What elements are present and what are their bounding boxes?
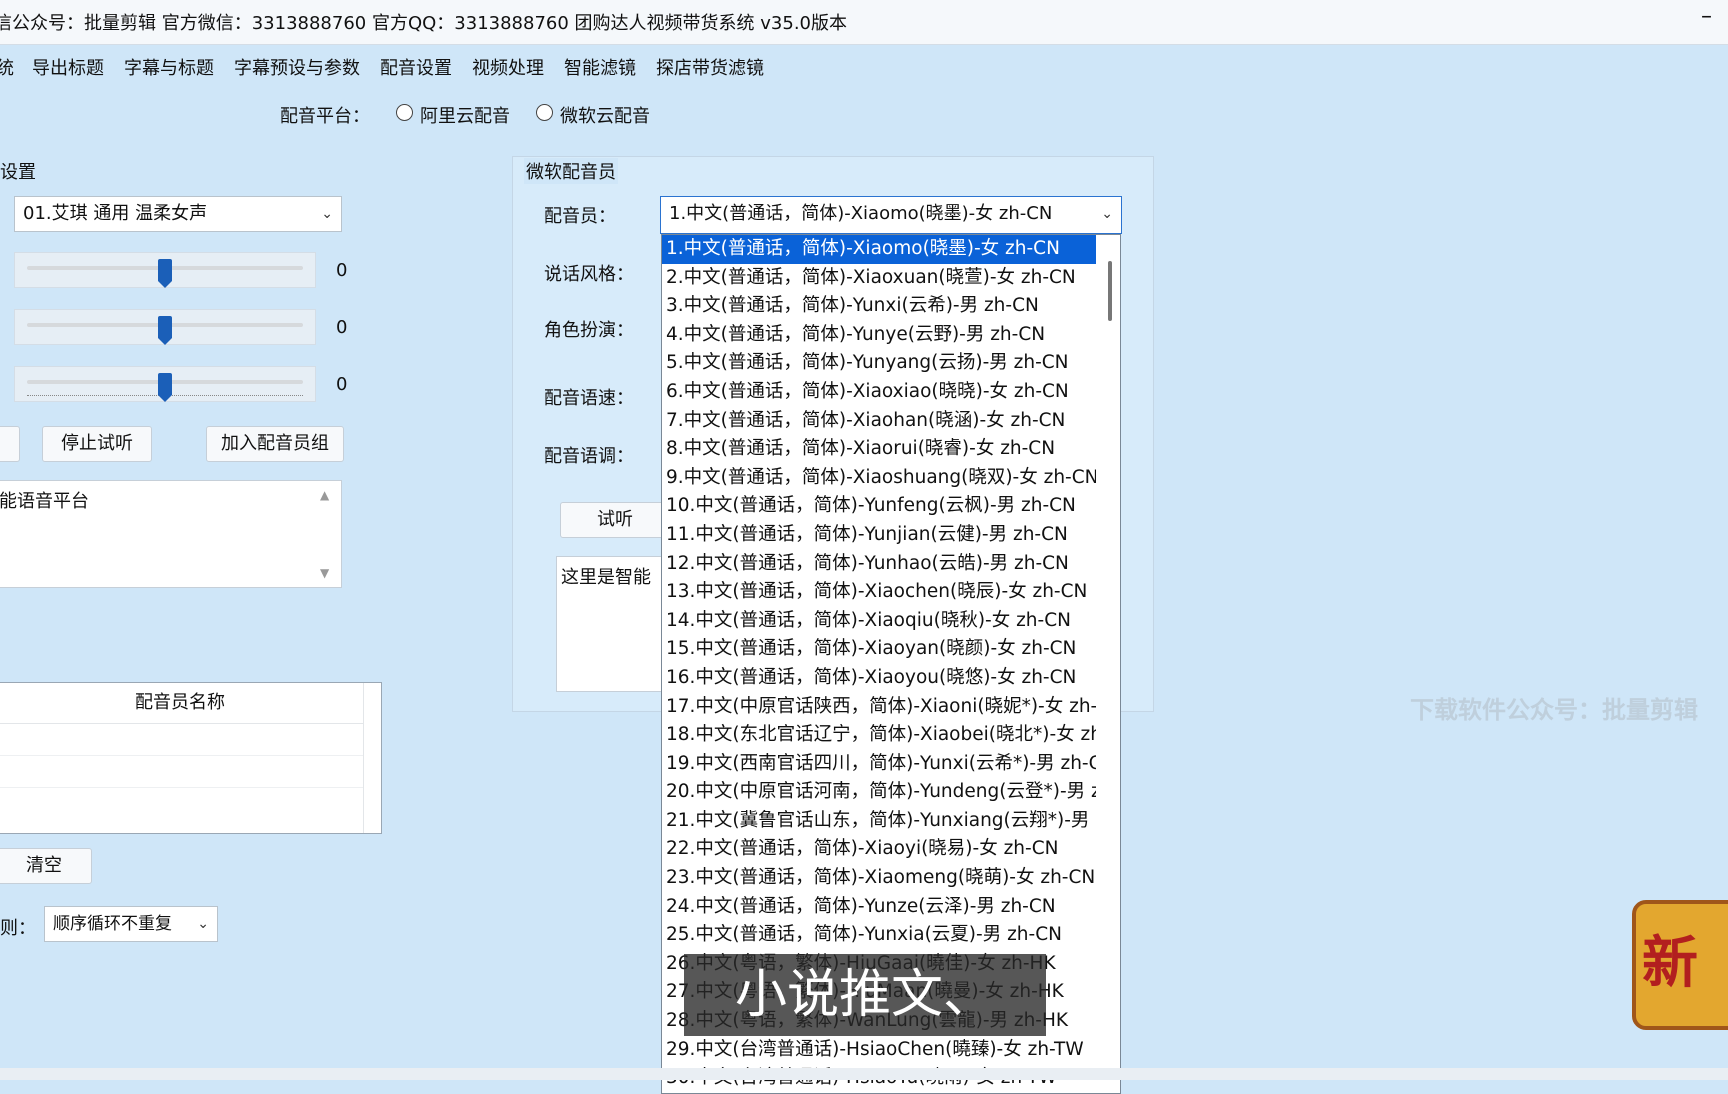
- voice-option[interactable]: 14.中文(普通话，简体)-Xiaoqiu(晓秋)-女 zh-CN: [662, 607, 1096, 636]
- voice-option[interactable]: 20.中文(中原官话河南，简体)-Yundeng(云登*)-男 zh-CN: [662, 778, 1096, 807]
- aliyun-radio[interactable]: [396, 104, 413, 121]
- scroll-down-icon[interactable]: ▼: [320, 566, 329, 580]
- listen-button-partial[interactable]: [0, 426, 20, 462]
- slider-thumb[interactable]: [158, 316, 172, 345]
- list-row-line: [0, 787, 363, 788]
- ms-voice-select-value: 1.中文(普通话，简体)-Xiaomo(晓墨)-女 zh-CN: [669, 203, 1053, 224]
- voice-option[interactable]: 3.中文(普通话，简体)-Yunxi(云希)-男 zh-CN: [662, 292, 1096, 321]
- ms-listen-button[interactable]: 试听: [560, 502, 670, 538]
- colon-label: ：: [0, 650, 12, 676]
- voice-option[interactable]: 2.中文(普通话，简体)-Xiaoxuan(晓萱)-女 zh-CN: [662, 264, 1096, 293]
- stop-listen-button[interactable]: 停止试听: [42, 426, 152, 462]
- voice-option[interactable]: 22.中文(普通话，简体)-Xiaoyi(晓易)-女 zh-CN: [662, 835, 1096, 864]
- tab-video-processing[interactable]: 视频处理: [462, 54, 554, 84]
- microsoft-radio[interactable]: [536, 104, 553, 121]
- ms-text-area[interactable]: 这里是智能: [556, 556, 666, 692]
- rule-label: 则：: [0, 918, 36, 939]
- slider-3[interactable]: [14, 366, 316, 402]
- voice-option[interactable]: 13.中文(普通话，简体)-Xiaochen(晓辰)-女 zh-CN: [662, 578, 1096, 607]
- voice-option[interactable]: 6.中文(普通话，简体)-Xiaoxiao(晓晓)-女 zh-CN: [662, 378, 1096, 407]
- aliyun-radio-label[interactable]: 阿里云配音: [420, 102, 510, 128]
- voice-name-header: 配音员名称: [0, 683, 363, 724]
- menu-bar: 统 导出标题 字幕与标题 字幕预设与参数 配音设置 视频处理 智能滤镜 探店带货…: [0, 54, 774, 84]
- tab-subtitle-title[interactable]: 字幕与标题: [114, 54, 224, 84]
- role-label: 角色扮演：: [544, 320, 634, 341]
- list-row-line: [0, 755, 363, 756]
- voice-preset-value: 01.艾琪 通用 温柔女声: [23, 203, 208, 224]
- voice-option[interactable]: 15.中文(普通话，简体)-Xiaoyan(晓颜)-女 zh-CN: [662, 635, 1096, 664]
- voice-option[interactable]: 12.中文(普通话，简体)-Yunhao(云皓)-男 zh-CN: [662, 550, 1096, 579]
- tab-voice-settings[interactable]: 配音设置: [370, 54, 462, 84]
- voice-option[interactable]: 18.中文(东北官话辽宁，简体)-Xiaobei(晓北*)-女 zh-CN: [662, 721, 1096, 750]
- voice-option[interactable]: 17.中文(中原官话陕西，简体)-Xiaoni(晓妮*)-女 zh-CN: [662, 693, 1096, 722]
- clear-button[interactable]: 清空: [0, 848, 92, 884]
- voice-option[interactable]: 8.中文(普通话，简体)-Xiaorui(晓睿)-女 zh-CN: [662, 435, 1096, 464]
- logo-badge: 新: [1632, 900, 1728, 1030]
- bottom-bar: [0, 1068, 1728, 1080]
- chevron-down-icon: ⌄: [1101, 206, 1113, 222]
- scroll-thumb[interactable]: [1108, 261, 1112, 321]
- voice-option[interactable]: 7.中文(普通话，简体)-Xiaohan(晓涵)-女 zh-CN: [662, 407, 1096, 436]
- tab-system[interactable]: 统: [0, 54, 22, 84]
- slider-2-value: 0: [336, 317, 348, 338]
- watermark-text: 下载软件公众号：批量剪辑: [1410, 696, 1698, 724]
- scroll-up-icon[interactable]: ▲: [320, 488, 329, 502]
- chevron-down-icon: ⌄: [321, 206, 333, 222]
- video-subtitle: 小说推文、: [684, 954, 1046, 1036]
- voice-option[interactable]: 19.中文(西南官话四川，简体)-Yunxi(云希*)-男 zh-CN: [662, 750, 1096, 779]
- style-label: 说话风格：: [544, 264, 634, 285]
- left-text-area-content: 能语音平台: [0, 491, 89, 512]
- slider-thumb[interactable]: [158, 373, 172, 402]
- voice-option[interactable]: 4.中文(普通话，简体)-Yunye(云野)-男 zh-CN: [662, 321, 1096, 350]
- voice-option[interactable]: 9.中文(普通话，简体)-Xiaoshuang(晓双)-女 zh-CN: [662, 464, 1096, 493]
- voice-label: 配音员：: [544, 206, 616, 227]
- ms-group-label: 微软配音员: [524, 158, 618, 184]
- tab-store-filter[interactable]: 探店带货滤镜: [646, 54, 774, 84]
- voice-option[interactable]: 23.中文(普通话，简体)-Xiaomeng(晓萌)-女 zh-CN: [662, 864, 1096, 893]
- dropdown-scrollbar[interactable]: [1100, 235, 1120, 1093]
- voice-option[interactable]: 21.中文(冀鲁官话山东，简体)-Yunxiang(云翔*)-男 zh-CN: [662, 807, 1096, 836]
- rule-select[interactable]: 顺序循环不重复 ⌄: [44, 906, 218, 942]
- voice-option[interactable]: 29.中文(台湾普通话)-HsiaoChen(曉臻)-女 zh-TW: [662, 1036, 1096, 1065]
- slider-2[interactable]: [14, 309, 316, 345]
- platform-label: 配音平台：: [280, 106, 370, 127]
- left-section-label: 设置: [0, 162, 36, 183]
- slider-3-value: 0: [336, 374, 348, 395]
- rule-select-value: 顺序循环不重复: [53, 914, 172, 934]
- tab-smart-filter[interactable]: 智能滤镜: [554, 54, 646, 84]
- add-voice-group-button[interactable]: 加入配音员组: [206, 426, 344, 462]
- minimize-button[interactable]: –: [1701, 4, 1712, 29]
- title-bar: 信公众号：批量剪辑 官方微信：3313888760 官方QQ：331388876…: [0, 0, 1728, 45]
- voice-option[interactable]: 10.中文(普通话，简体)-Yunfeng(云枫)-男 zh-CN: [662, 492, 1096, 521]
- voice-option[interactable]: 11.中文(普通话，简体)-Yunjian(云健)-男 zh-CN: [662, 521, 1096, 550]
- slider-1-value: 0: [336, 260, 348, 281]
- microsoft-radio-label[interactable]: 微软云配音: [560, 102, 650, 128]
- voice-option[interactable]: 1.中文(普通话，简体)-Xiaomo(晓墨)-女 zh-CN: [662, 235, 1096, 264]
- voice-option[interactable]: 16.中文(普通话，简体)-Xiaoyou(晓悠)-女 zh-CN: [662, 664, 1096, 693]
- window-title: 信公众号：批量剪辑 官方微信：3313888760 官方QQ：331388876…: [0, 13, 847, 34]
- voice-preset-select[interactable]: 01.艾琪 通用 温柔女声 ⌄: [14, 196, 342, 232]
- slider-1[interactable]: [14, 252, 316, 288]
- pitch-label: 配音语调：: [544, 446, 634, 467]
- voice-option[interactable]: 5.中文(普通话，简体)-Yunyang(云扬)-男 zh-CN: [662, 349, 1096, 378]
- tab-export-title[interactable]: 导出标题: [22, 54, 114, 84]
- speed-label: 配音语速：: [544, 388, 634, 409]
- slider-thumb[interactable]: [158, 259, 172, 288]
- left-text-area[interactable]: 能语音平台: [0, 480, 342, 588]
- ms-voice-select[interactable]: 1.中文(普通话，简体)-Xiaomo(晓墨)-女 zh-CN ⌄: [660, 196, 1122, 234]
- list-divider: [363, 683, 364, 833]
- chevron-down-icon: ⌄: [197, 916, 209, 932]
- voice-group-list[interactable]: 配音员名称: [0, 682, 382, 834]
- voice-option[interactable]: 25.中文(普通话，简体)-Yunxia(云夏)-男 zh-CN: [662, 921, 1096, 950]
- ms-text-area-content: 这里是智能: [561, 567, 651, 588]
- voice-option[interactable]: 24.中文(普通话，简体)-Yunze(云泽)-男 zh-CN: [662, 893, 1096, 922]
- tab-subtitle-preset[interactable]: 字幕预设与参数: [224, 54, 370, 84]
